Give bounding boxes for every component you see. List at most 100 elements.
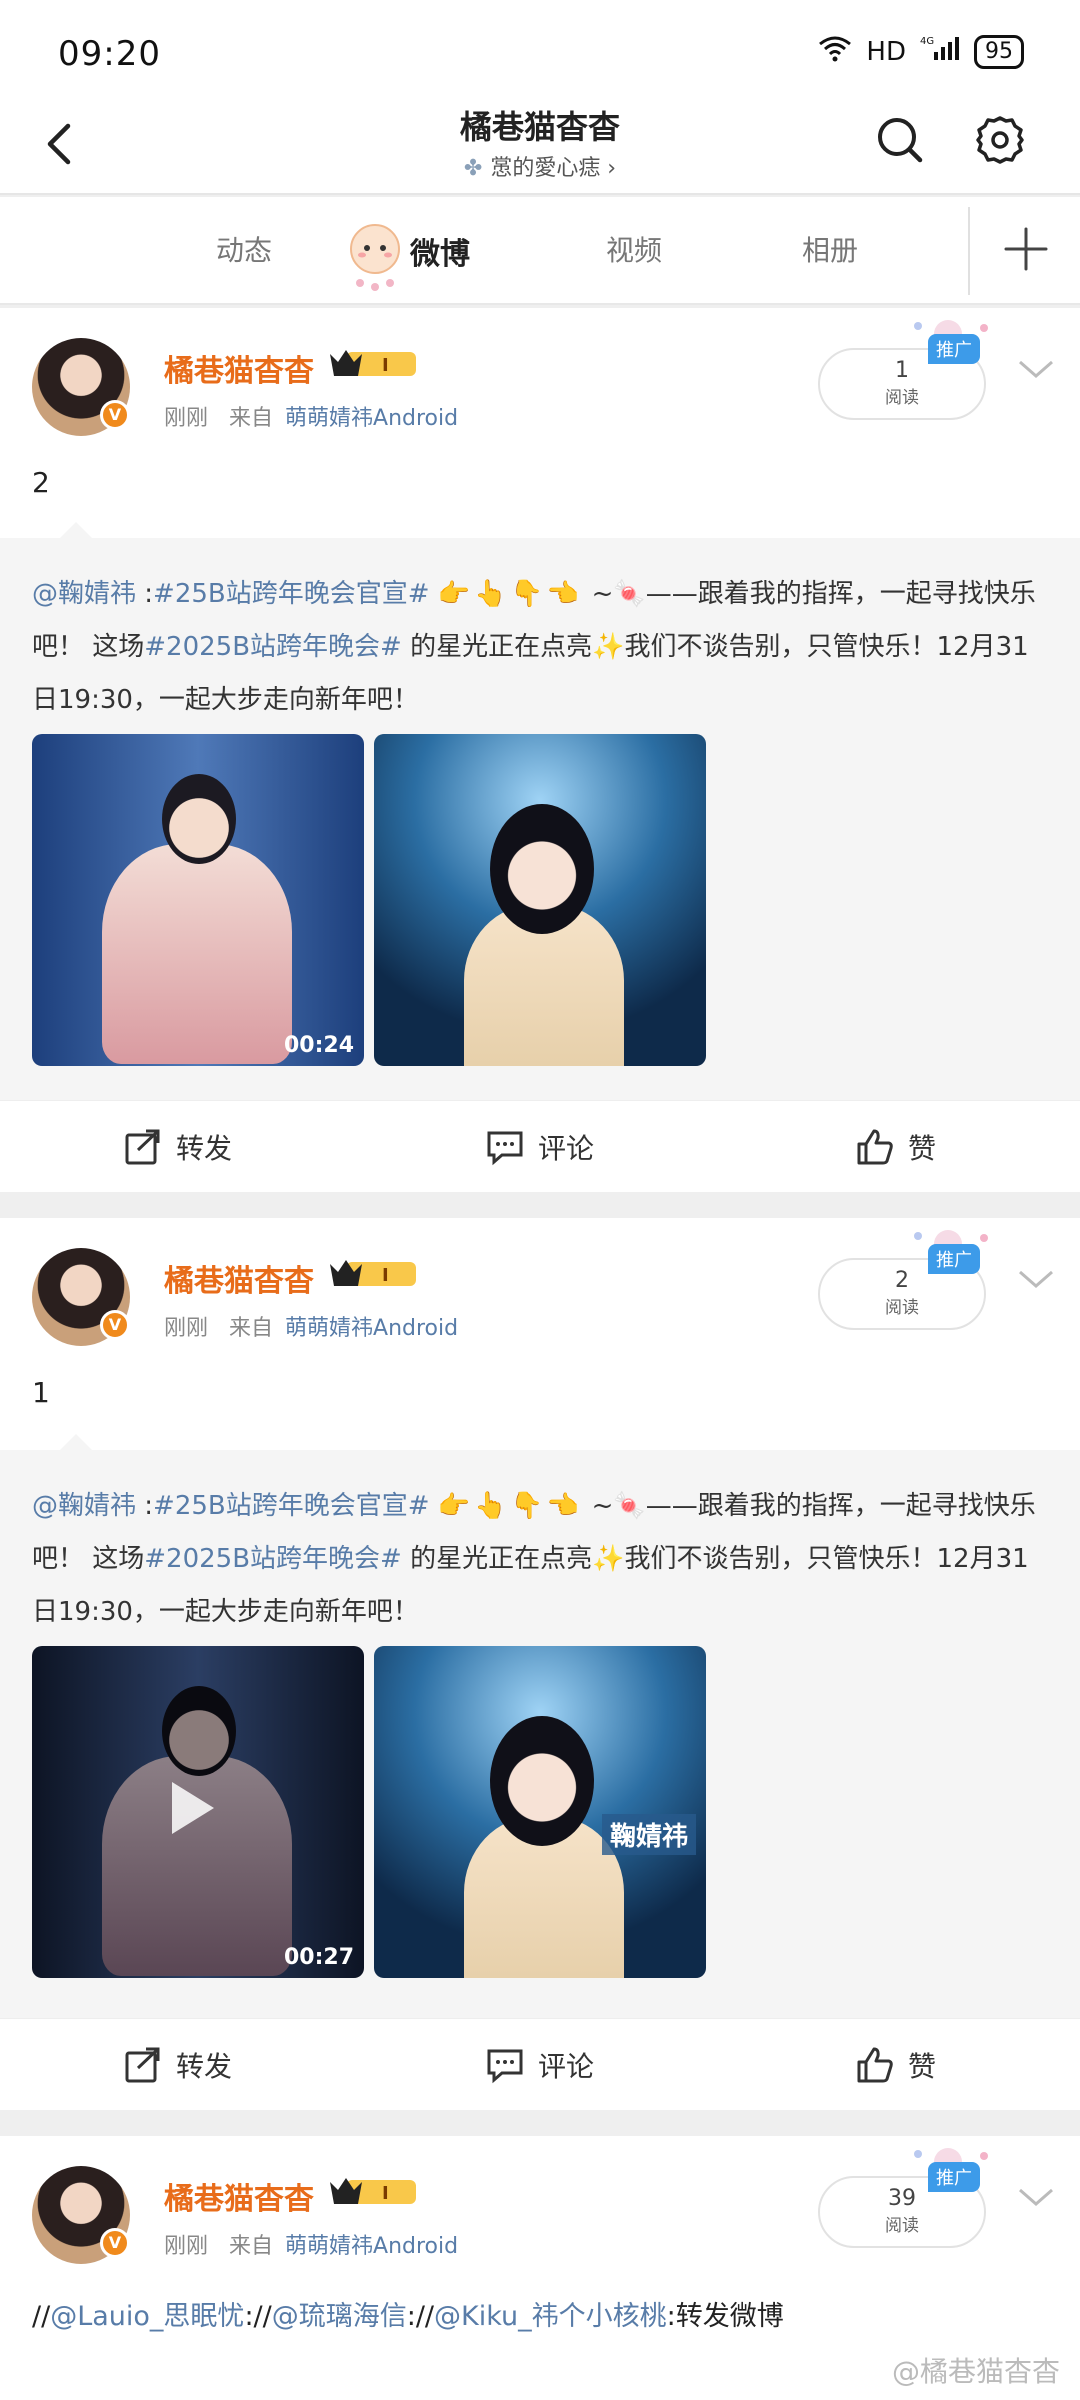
comment-icon (487, 2049, 523, 2084)
read-label: 阅读 (885, 2216, 919, 2236)
read-label: 阅读 (885, 1298, 919, 1318)
svg-text:I: I (382, 2183, 389, 2204)
repost-button[interactable]: 转发 (124, 1127, 232, 1167)
post-time: 刚刚 (164, 406, 209, 431)
comment-button[interactable]: 评论 (486, 2045, 594, 2085)
like-button[interactable]: 赞 (856, 2045, 936, 2085)
hashtag-link[interactable]: #25B站跨年晚会官宣# (153, 1491, 430, 1521)
profile-tabs: 动态 微博 视频 相册 (0, 197, 1080, 305)
repost-pointer (60, 1434, 92, 1450)
post-meta: 刚刚 来自 萌萌婧祎Android (164, 400, 458, 432)
separator: : (136, 1491, 154, 1521)
vip-crown-icon: I (326, 1254, 422, 1294)
post-card[interactable]: V 橘巷猫杳杳 I 刚刚 来自 萌萌婧祎Android 2 阅读 推广 1 (0, 1218, 1080, 1450)
promo-badge[interactable]: 推广 (928, 2162, 980, 2192)
tab-divider (968, 207, 970, 295)
repost-text: @鞠婧祎 :#25B站跨年晚会官宣# 👉👆👇👈 ~🍬——跟着我的指挥，一起寻找快… (32, 1480, 1050, 1639)
mention-link[interactable]: @琉璃海信 (272, 2301, 407, 2332)
read-label: 阅读 (885, 388, 919, 408)
username[interactable]: 橘巷猫杳杳 (164, 2174, 314, 2218)
text-part: // (32, 2301, 51, 2332)
post-source[interactable]: 萌萌婧祎Android (285, 2234, 458, 2259)
image-name-tag: 鞠婧祎 (601, 1814, 696, 1855)
video-thumbnail[interactable]: 00:27 (32, 1646, 364, 1978)
comment-button[interactable]: 评论 (486, 1127, 594, 1167)
image-thumbnail[interactable] (374, 734, 706, 1066)
post-source[interactable]: 萌萌婧祎Android (285, 1316, 458, 1341)
hashtag-link[interactable]: #2025B站跨年晚会# (144, 632, 402, 662)
verified-icon: V (100, 2228, 130, 2258)
watermark: @橘巷猫杳杳 (891, 2355, 1060, 2388)
promo-badge[interactable]: 推广 (928, 334, 980, 364)
hand-emojis: 👉👆👇👈 (437, 1491, 584, 1521)
thumbnail-head (162, 1686, 236, 1776)
comment-label: 评论 (538, 2050, 595, 2083)
username[interactable]: 橘巷猫杳杳 (164, 1256, 314, 1300)
text-part: :// (244, 2301, 272, 2332)
chevron-down-icon[interactable] (1016, 1266, 1056, 1294)
comment-icon (487, 1131, 523, 1166)
promo-badge[interactable]: 推广 (928, 1244, 980, 1274)
hand-emojis: 👉👆👇👈 (437, 579, 584, 609)
status-bar: 09:20 HD 4G 95 (0, 0, 1080, 100)
mascot-icon (340, 215, 410, 295)
post-time: 刚刚 (164, 2234, 209, 2259)
post-meta: 刚刚 来自 萌萌婧祎Android (164, 1310, 458, 1342)
clover-icon: ✤ (463, 156, 483, 181)
repost-button[interactable]: 转发 (124, 2045, 232, 2085)
video-duration: 00:27 (283, 1945, 354, 1970)
username[interactable]: 橘巷猫杳杳 (164, 346, 314, 390)
svg-text:4G: 4G (920, 36, 934, 47)
text-part: :// (406, 2301, 435, 2332)
mention-link[interactable]: @Kiku_祎个小核桃 (434, 2301, 667, 2332)
plus-icon[interactable] (1000, 223, 1052, 275)
thumbnail-head (490, 1716, 594, 1846)
play-icon[interactable] (172, 1782, 214, 1834)
wifi-icon (818, 34, 852, 69)
video-duration: 00:24 (283, 1033, 354, 1058)
separator: : (136, 579, 154, 609)
like-label: 赞 (908, 1132, 937, 1165)
tab-dongtai[interactable]: 动态 (216, 229, 272, 269)
gear-icon[interactable] (972, 112, 1028, 168)
hashtag-link[interactable]: #25B站跨年晚会官宣# (153, 579, 430, 609)
svg-text:I: I (382, 1265, 389, 1286)
post-source[interactable]: 萌萌婧祎Android (285, 406, 458, 431)
mention-link[interactable]: @鞠婧祎 (32, 1491, 136, 1521)
vip-crown-icon: I (326, 344, 422, 384)
post-meta: 刚刚 来自 萌萌婧祎Android (164, 2228, 458, 2260)
verified-icon: V (100, 400, 130, 430)
search-icon[interactable] (872, 112, 928, 168)
mention-link[interactable]: @Lauio_思眠忧 (50, 2301, 244, 2332)
thumbs-up-icon (857, 2047, 893, 2083)
repost-block[interactable]: @鞠婧祎 :#25B站跨年晚会官宣# 👉👆👇👈 ~🍬——跟着我的指挥，一起寻找快… (0, 522, 1080, 1100)
like-button[interactable]: 赞 (856, 1127, 936, 1167)
video-thumbnail[interactable]: 00:24 (32, 734, 364, 1066)
repost-text: @鞠婧祎 :#25B站跨年晚会官宣# 👉👆👇👈 ~🍬——跟着我的指挥，一起寻找快… (32, 568, 1050, 727)
post-card[interactable]: V 橘巷猫杳杳 I 刚刚 来自 萌萌婧祎Android 1 阅读 推广 2 (0, 308, 1080, 538)
chevron-down-icon[interactable] (1016, 2184, 1056, 2212)
subtitle-text: 㦂的愛心痣 › (490, 156, 617, 181)
from-label: 来自 (229, 406, 274, 431)
post-card[interactable]: V 橘巷猫杳杳 I 刚刚 来自 萌萌婧祎Android 39 阅读 推广 //@La… (0, 2136, 1080, 2400)
svg-text:I: I (382, 355, 389, 376)
post-text: 1 (32, 1376, 50, 1409)
verified-icon: V (100, 1310, 130, 1340)
thumbnail-figure (102, 844, 292, 1064)
chevron-down-icon[interactable] (1016, 356, 1056, 384)
share-icon (125, 1129, 160, 1165)
hashtag-link[interactable]: #2025B站跨年晚会# (144, 1544, 402, 1574)
like-label: 赞 (908, 2050, 937, 2083)
tab-album[interactable]: 相册 (802, 229, 858, 269)
image-thumbnail[interactable]: 鞠婧祎 (374, 1646, 706, 1978)
thumbs-up-icon (857, 1129, 893, 1165)
mention-link[interactable]: @鞠婧祎 (32, 579, 136, 609)
post-time: 刚刚 (164, 1316, 209, 1341)
thumbnail-head (490, 804, 594, 934)
repost-block[interactable]: @鞠婧祎 :#25B站跨年晚会官宣# 👉👆👇👈 ~🍬——跟着我的指挥，一起寻找快… (0, 1434, 1080, 2018)
post-actions: 转发 评论 赞 (0, 1100, 1080, 1192)
tab-video[interactable]: 视频 (606, 229, 662, 269)
tab-weibo[interactable]: 微博 (410, 229, 470, 273)
repost-label: 转发 (176, 2050, 233, 2083)
repost-pointer (60, 522, 92, 538)
